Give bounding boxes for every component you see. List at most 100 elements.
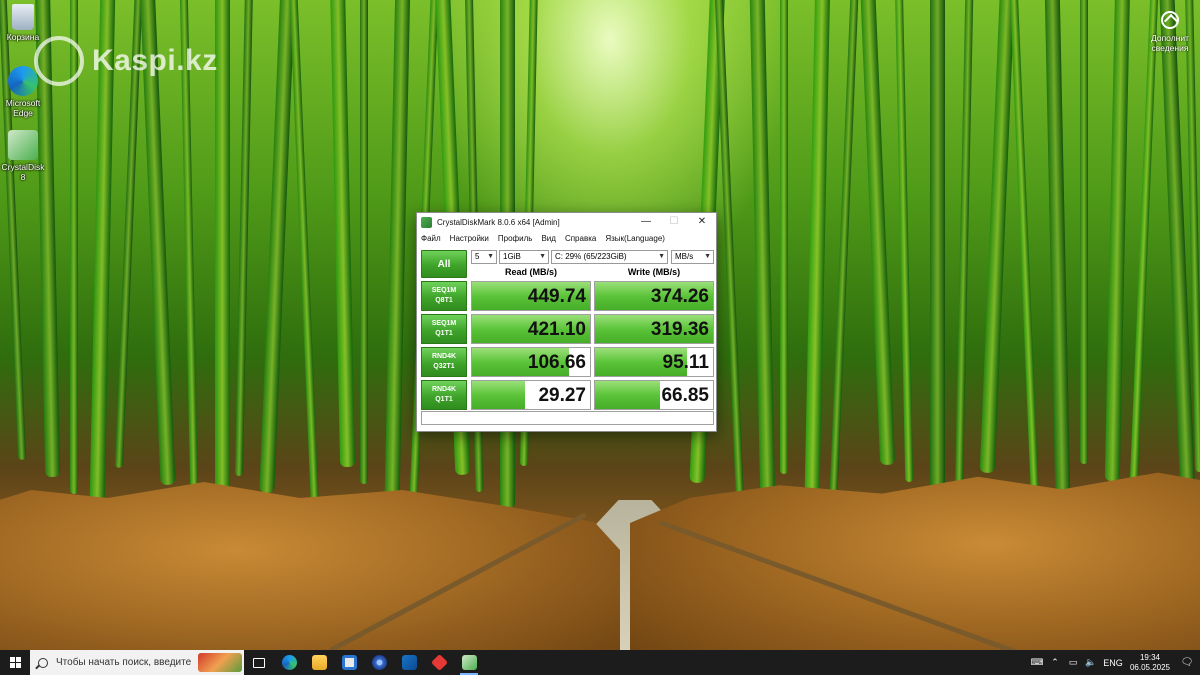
taskbar-search[interactable]: Чтобы начать поиск, введите [30, 650, 244, 675]
crystaldisk-icon [8, 130, 38, 160]
kaspi-watermark: Kaspi.kz [34, 36, 218, 86]
read-result-cell: 421.10 [471, 314, 591, 344]
bamboo-stalk [288, 0, 320, 510]
menu-language[interactable]: Язык(Language) [605, 234, 665, 243]
chevron-down-icon: ▼ [658, 253, 665, 260]
task-view-icon [253, 657, 265, 668]
menu-profile[interactable]: Профиль [498, 234, 533, 243]
volume-icon[interactable]: 🔈 [1082, 657, 1100, 668]
test-button-seq1m-q1t1[interactable]: SEQ1M Q1T1 [421, 314, 467, 344]
bamboo-stalk [780, 0, 788, 474]
bamboo-stalk [979, 0, 1016, 474]
size-select[interactable]: 1GiB ▼ [499, 250, 549, 264]
menu-help[interactable]: Справка [565, 234, 596, 243]
bamboo-stalk [1009, 0, 1039, 490]
bamboo-stalk [329, 0, 356, 468]
read-result-cell: 29.27 [471, 380, 591, 410]
bamboo-stalk [828, 0, 860, 508]
bamboo-stalk [1104, 0, 1131, 482]
taskbar-edge[interactable] [274, 650, 304, 675]
browser-icon [371, 655, 387, 670]
minimize-button[interactable]: — [632, 213, 660, 231]
side-notification[interactable]: Дополнит сведения [1140, 8, 1200, 53]
bamboo-stalk [1080, 0, 1088, 464]
desktop-icon-edge[interactable]: Microsoft Edge [0, 66, 46, 118]
bamboo-stalk [894, 0, 914, 483]
edge-icon [8, 66, 38, 96]
language-indicator[interactable]: ENG [1100, 658, 1126, 668]
task-view-button[interactable] [244, 650, 274, 675]
bamboo-stalk [714, 0, 744, 500]
taskbar-file-explorer[interactable] [304, 650, 334, 675]
window-titlebar[interactable]: CrystalDiskMark 8.0.6 x64 [Admin] — ☐ ✕ [417, 213, 716, 231]
comment-field[interactable] [421, 411, 714, 425]
taskbar-store[interactable] [334, 650, 364, 675]
start-button[interactable] [0, 650, 30, 675]
write-result-cell: 66.85 [594, 380, 714, 410]
read-result-cell: 106.66 [471, 347, 591, 377]
search-placeholder: Чтобы начать поиск, введите [56, 657, 192, 668]
write-result-cell: 95.11 [594, 347, 714, 377]
chevron-down-icon: ▼ [704, 253, 711, 260]
bamboo-stalk [859, 0, 896, 466]
bamboo-stalk [804, 0, 831, 492]
bamboo-stalk [954, 0, 974, 517]
count-select[interactable]: 5 ▼ [471, 250, 497, 264]
bamboo-stalk [360, 0, 368, 484]
windows-logo-icon [9, 657, 21, 668]
maximize-button[interactable]: ☐ [660, 213, 688, 231]
desktop-icon-recycle-bin[interactable]: Корзина [0, 4, 46, 42]
window-title: CrystalDiskMark 8.0.6 x64 [Admin] [437, 217, 560, 227]
test-button-rnd4k-q32t1[interactable]: RND4K Q32T1 [421, 347, 467, 377]
taskbar-outlook[interactable] [394, 650, 424, 675]
menu-view[interactable]: Вид [541, 234, 555, 243]
bamboo-stalk [749, 0, 776, 518]
crystaldisk-icon [461, 655, 477, 670]
write-result-cell: 374.26 [594, 281, 714, 311]
system-tray: ⌨ ⌃ ▭ 🔈 ENG 19:34 06.05.2025 🗨 [1028, 650, 1200, 675]
drive-select[interactable]: C: 29% (65/223GiB) ▼ [551, 250, 668, 264]
chevron-down-icon: ▼ [487, 253, 494, 260]
outlook-icon [401, 655, 417, 670]
read-result-cell: 449.74 [471, 281, 591, 311]
chevron-up-icon [1161, 11, 1179, 29]
bamboo-stalk [234, 0, 254, 477]
network-icon[interactable]: ▭ [1064, 657, 1082, 668]
read-bar [472, 381, 526, 409]
close-button[interactable]: ✕ [688, 213, 716, 231]
notification-center-icon[interactable]: 🗨 [1174, 657, 1200, 668]
test-button-seq1m-q8t1[interactable]: SEQ1M Q8T1 [421, 281, 467, 311]
bamboo-stalk [259, 0, 296, 494]
taskbar-browser[interactable] [364, 650, 394, 675]
write-bar [595, 381, 660, 409]
wallpaper-grass-right [630, 472, 1200, 650]
menu-bar: Файл Настройки Профиль Вид Справка Язык(… [417, 231, 716, 245]
desktop-icon-crystaldisk[interactable]: CrystalDisk 8 [0, 130, 46, 182]
taskbar-anydesk[interactable] [424, 650, 454, 675]
crystaldisk-icon [421, 216, 432, 228]
store-icon [341, 655, 357, 670]
keyboard-icon[interactable]: ⌨ [1028, 657, 1046, 668]
search-highlight-image [198, 653, 242, 672]
chevron-up-icon[interactable]: ⌃ [1046, 657, 1064, 668]
taskbar: Чтобы начать поиск, введите ⌨ ⌃ ▭ 🔈 ENG … [0, 650, 1200, 675]
all-button[interactable]: All [421, 250, 467, 278]
unit-select[interactable]: MB/s ▼ [671, 250, 714, 264]
bamboo-stalk [384, 0, 411, 502]
test-button-rnd4k-q1t1[interactable]: RND4K Q1T1 [421, 380, 467, 410]
bamboo-stalk [1129, 0, 1159, 498]
file-explorer-icon [311, 655, 327, 670]
write-result-cell: 319.36 [594, 314, 714, 344]
search-icon [38, 657, 48, 668]
read-header: Read (MB/s) [504, 267, 557, 277]
menu-file[interactable]: Файл [421, 234, 441, 243]
edge-icon [281, 655, 297, 670]
recycle-bin-icon [12, 4, 34, 30]
chevron-down-icon: ▼ [539, 253, 546, 260]
clock[interactable]: 19:34 06.05.2025 [1126, 653, 1174, 673]
taskbar-crystaldisk[interactable] [454, 650, 484, 675]
bamboo-stalk [1044, 0, 1071, 508]
anydesk-icon [430, 654, 448, 671]
write-header: Write (MB/s) [627, 267, 681, 277]
menu-settings[interactable]: Настройки [450, 234, 489, 243]
